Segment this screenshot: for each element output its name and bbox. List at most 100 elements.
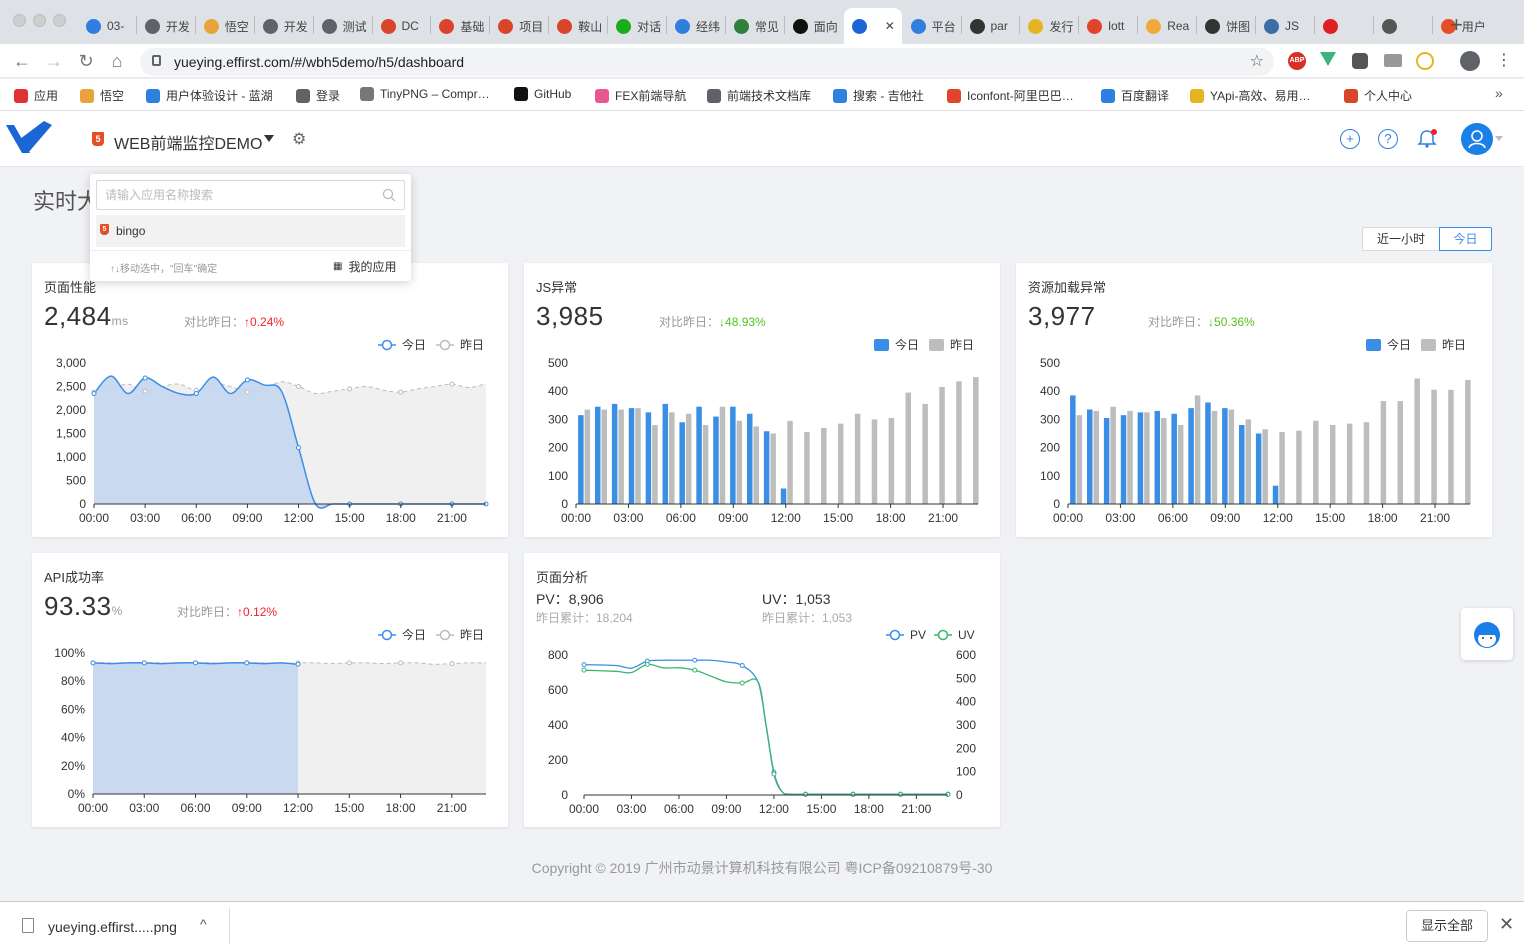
vue-devtools-icon[interactable] [1320,52,1336,66]
legend-label: 今日 [1387,337,1411,352]
download-filename[interactable]: yueying.effirst.....png [48,919,177,935]
tab-label: Rea [1167,19,1190,33]
tab-favicon-icon [1322,18,1338,34]
app-name[interactable]: WEB前端监控DEMO [114,136,262,153]
browser-tab[interactable]: JS [1256,8,1314,44]
yesterday-bar [719,406,726,504]
bookmark-item[interactable]: 悟空 [80,87,124,104]
chevron-up-icon[interactable]: ^ [200,916,207,932]
yueying-logo[interactable] [4,119,54,157]
yesterday-bar [618,409,624,504]
browser-tab[interactable]: Rea [1138,8,1196,44]
yesterday-bar [685,413,692,504]
yesterday-bar [1228,409,1235,504]
browser-tab[interactable]: 开发 [137,8,195,44]
zoom-window-button[interactable] [53,14,66,27]
back-icon[interactable]: ← [11,50,33,72]
tab-label: 开发 [165,19,190,34]
close-window-button[interactable] [13,14,26,27]
browser-tab[interactable]: 悟空 [196,8,254,44]
adblock-extension-icon[interactable]: ABP [1288,52,1306,70]
home-icon[interactable]: ⌂ [106,50,128,72]
search-icon[interactable] [382,188,396,202]
y-left-tick-label: 600 [548,683,568,697]
close-tab-icon[interactable]: ✕ [885,19,895,33]
tab-favicon-icon [1381,18,1397,34]
browser-tab[interactable] [1374,8,1432,44]
x-tick-label: 21:00 [928,511,958,525]
bookmark-item[interactable]: GitHub [514,87,571,101]
browser-tab[interactable]: 经纬 [667,8,725,44]
range-today-button[interactable]: 今日 [1439,227,1492,251]
browser-menu-icon[interactable]: ⋮ [1496,50,1512,70]
bookmark-item[interactable]: 前端技术文档库 [707,87,811,104]
minimize-window-button[interactable] [33,14,46,27]
today-bar [1188,408,1194,504]
browser-tab[interactable]: lott [1079,8,1137,44]
browser-tab[interactable]: par [962,8,1020,44]
app-search-input[interactable] [96,180,405,210]
x-tick-label: 00:00 [1053,511,1083,525]
settings-gear-icon[interactable]: ⚙ [292,129,306,149]
bookmark-item[interactable]: FEX前端导航 [595,87,686,104]
bookmark-item[interactable]: 百度翻译 [1101,87,1169,104]
add-icon[interactable]: + [1340,129,1360,149]
url-text[interactable]: yueying.effirst.com/#/wbh5demo/h5/dashbo… [174,54,464,70]
browser-tab[interactable]: 发行 [1020,8,1078,44]
new-tab-button[interactable]: + [1450,12,1463,38]
y-left-tick-label: 800 [548,648,568,662]
yesterday-bar [702,425,709,504]
range-last-hour-button[interactable]: 近一小时 [1362,227,1440,251]
my-apps-link[interactable]: ▦ 我的应用 [333,258,396,275]
today-point [296,445,302,451]
folder-extension-icon[interactable] [1384,54,1402,67]
browser-tab[interactable]: 面向 [785,8,843,44]
bookmark-item[interactable]: Iconfont-阿里巴巴… [947,87,1074,104]
browser-tab[interactable]: 常见 [726,8,784,44]
customer-service-button[interactable] [1461,608,1513,660]
bookmark-star-icon[interactable]: ☆ [1250,51,1264,71]
help-icon[interactable]: ? [1378,129,1398,149]
browser-tab[interactable]: DC [373,8,431,44]
js-error-chart: 今日 昨日 0 100 200 300 400 500 00:00 03:00 06:00 09:00… [548,337,979,525]
extension-icon[interactable] [1352,53,1368,69]
browser-tab[interactable]: 开发 [255,8,313,44]
yesterday-bar [1093,410,1099,504]
user-avatar[interactable] [1461,123,1493,155]
avatar-caret-icon[interactable] [1495,136,1503,141]
bookmark-item[interactable]: 个人中心 [1344,87,1412,104]
bookmark-item[interactable]: 用户体验设计 - 蓝湖 [146,87,273,104]
pv-point [581,662,587,668]
reload-icon[interactable]: ↻ [75,50,97,72]
profile-icon[interactable] [1460,51,1480,71]
bookmarks-more-button[interactable]: » [1495,85,1503,101]
bookmark-item[interactable]: YApi-高效、易用… [1190,87,1310,104]
notification-bell-icon[interactable] [1416,128,1438,150]
bookmark-item[interactable]: 应用 [14,87,58,104]
browser-tab[interactable]: 03- [78,8,136,44]
bookmark-label: TinyPNG – Compr… [380,87,490,101]
browser-tab[interactable]: 基础 [431,8,489,44]
today-bar [747,413,753,504]
browser-tab[interactable] [1315,8,1373,44]
bookmark-item[interactable]: TinyPNG – Compr… [360,87,490,101]
app-option-bingo[interactable]: 5 bingo [96,215,405,247]
y-tick-label: 0 [79,497,86,511]
forward-icon[interactable]: → [43,50,65,72]
browser-tab[interactable]: ✕ [843,8,902,44]
browser-tab[interactable]: 鞍山 [549,8,607,44]
browser-tab[interactable]: 平台 [903,8,961,44]
browser-tab[interactable]: 对话 [608,8,666,44]
bookmark-item[interactable]: 登录 [296,87,340,104]
browser-tab[interactable]: 饼图 [1197,8,1255,44]
bookmark-item[interactable]: 搜索 - 吉他社 [833,87,924,104]
caret-down-icon[interactable] [264,135,274,142]
close-download-bar-icon[interactable]: ✕ [1499,914,1514,935]
browser-tab[interactable]: 项目 [490,8,548,44]
browser-tab[interactable]: 测试 [314,8,372,44]
app-selector[interactable]: WEB前端监控DEMO [114,130,262,154]
show-all-button[interactable]: 显示全部 [1406,910,1488,942]
address-bar[interactable]: yueying.effirst.com/#/wbh5demo/h5/dashbo… [140,48,1274,76]
today-point [142,375,148,381]
yapi-extension-icon[interactable] [1416,52,1434,70]
